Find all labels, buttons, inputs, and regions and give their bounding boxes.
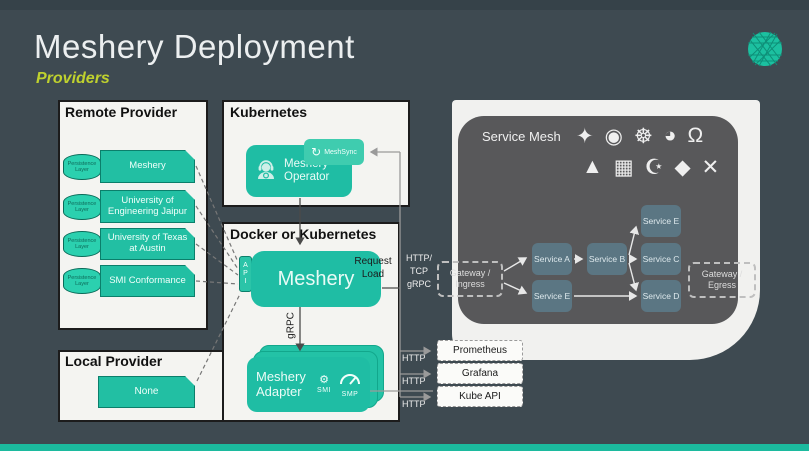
mesh-logo-icon: ☪ xyxy=(645,155,664,180)
grpc-label: gRPC xyxy=(286,306,297,346)
slide-canvas: Meshery Deployment Providers Remote Prov… xyxy=(0,0,809,451)
mesh-logo-icon: ◆ xyxy=(674,155,690,180)
mesh-logo-icon: ✕ xyxy=(702,155,720,180)
service-node-b: Service B xyxy=(587,243,627,275)
smp-gauge-icon xyxy=(339,372,361,390)
provider-item-none: None xyxy=(98,376,195,408)
remote-provider-title: Remote Provider xyxy=(65,104,177,120)
provider-item-ut-austin: University of Texas at Austin xyxy=(100,228,195,260)
meshsync-label: MeshSync xyxy=(324,149,357,156)
request-load-label: Request Load xyxy=(349,256,397,281)
persistence-cylinder-icon: PersistenceLayer xyxy=(63,194,101,220)
mesh-logos-row-1: ✦ ◉ ☸ ◕ Ω xyxy=(576,124,703,149)
smp-badge: SMP xyxy=(339,372,361,398)
http-label-prometheus: HTTP xyxy=(402,353,434,363)
endpoint-prometheus: Prometheus xyxy=(437,340,523,361)
persistence-cylinder-icon: PersistenceLayer xyxy=(63,231,101,257)
operator-icon xyxy=(254,157,278,186)
adapter-label: Meshery Adapter xyxy=(256,370,306,400)
docker-kubernetes-title: Docker or Kubernetes xyxy=(230,226,376,242)
provider-item-meshery: Meshery xyxy=(100,150,195,183)
service-node-c: Service C xyxy=(641,243,681,275)
endpoint-kube-api: Kube API xyxy=(437,386,523,407)
mesh-logo-icon: ◕ xyxy=(664,124,677,149)
mesh-logo-icon: ☸ xyxy=(634,124,653,149)
smi-badge: ⚙ SMI xyxy=(317,375,331,394)
endpoint-grafana: Grafana xyxy=(437,363,523,384)
gateway-egress-node: Gateway / Egress xyxy=(688,262,756,298)
page-title: Meshery Deployment xyxy=(34,28,355,66)
meshsync-node: ↻ MeshSync xyxy=(304,139,364,165)
service-node-d: Service D xyxy=(641,280,681,312)
service-node-a: Service A xyxy=(532,243,572,275)
persistence-cylinder-icon: PersistenceLayer xyxy=(63,154,101,180)
kubernetes-title: Kubernetes xyxy=(230,104,307,120)
mesh-logo-icon: ▦ xyxy=(614,155,634,180)
http-label-grafana: HTTP xyxy=(402,376,434,386)
top-band xyxy=(0,0,809,10)
provider-item-uni-jaipur: University of Engineering Jaipur xyxy=(100,190,195,223)
mesh-logo-icon: ◉ xyxy=(605,124,623,149)
mesh-logos-row-2: ▲ ▦ ☪ ◆ ✕ xyxy=(582,155,719,180)
http-tcp-grpc-label: HTTP/ TCP gRPC xyxy=(401,252,437,291)
meshery-logo-icon xyxy=(747,31,783,72)
mesh-logo-icon: ✦ xyxy=(576,124,594,149)
gateway-ingress-node: Gateway / Ingress xyxy=(437,261,503,297)
footer-accent-bar xyxy=(0,444,809,451)
service-mesh-title: Service Mesh xyxy=(482,129,561,144)
mesh-logo-icon: Ω xyxy=(687,124,703,149)
local-provider-title: Local Provider xyxy=(65,353,162,369)
service-node-e-lower: Service E xyxy=(532,280,572,312)
meshery-adapter-node: Meshery Adapter ⚙ SMI SMP xyxy=(247,357,370,412)
smi-icon: ⚙ xyxy=(319,375,329,386)
service-node-e-upper: Service E xyxy=(641,205,681,237)
provider-item-smi-conformance: SMI Conformance xyxy=(100,265,195,297)
sync-icon: ↻ xyxy=(311,145,321,159)
persistence-cylinder-icon: PersistenceLayer xyxy=(63,268,101,294)
http-label-kubeapi: HTTP xyxy=(402,399,434,409)
mesh-logo-icon: ▲ xyxy=(582,155,603,180)
page-subtitle: Providers xyxy=(36,70,110,88)
